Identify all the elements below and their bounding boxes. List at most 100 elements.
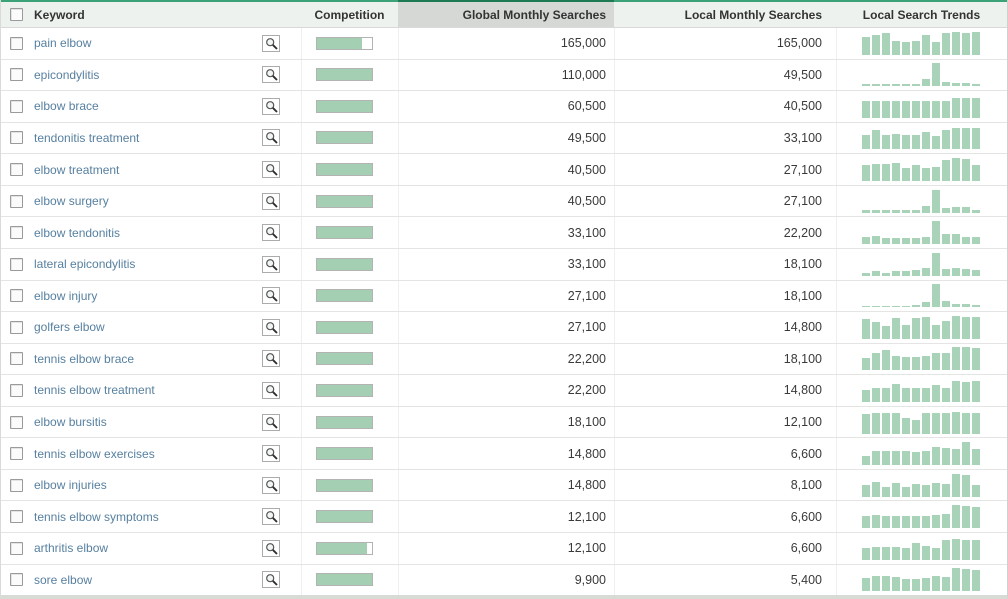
magnifier-icon [265, 289, 278, 302]
keyword-link[interactable]: tendonitis treatment [34, 131, 139, 145]
trend-bar [942, 269, 950, 276]
row-checkbox[interactable] [10, 100, 23, 113]
trend-bar [892, 451, 900, 465]
row-checkbox[interactable] [10, 447, 23, 460]
row-select-cell [1, 217, 31, 248]
search-keyword-button[interactable] [262, 540, 280, 557]
keyword-link[interactable]: tennis elbow treatment [34, 383, 155, 397]
keyword-link[interactable]: elbow injuries [34, 478, 107, 492]
row-checkbox[interactable] [10, 542, 23, 555]
header-keyword[interactable]: Keyword [31, 0, 301, 27]
keyword-link[interactable]: tennis elbow brace [34, 352, 134, 366]
search-keyword-button[interactable] [262, 350, 280, 367]
header-local-search-trends[interactable]: Local Search Trends [836, 0, 1007, 27]
row-checkbox[interactable] [10, 131, 23, 144]
header-local-monthly-searches[interactable]: Local Monthly Searches [614, 0, 836, 27]
row-checkbox[interactable] [10, 479, 23, 492]
row-select-cell [1, 91, 31, 122]
trend-bar [972, 305, 980, 307]
trend-bar [912, 420, 920, 434]
search-keyword-button[interactable] [262, 445, 280, 462]
local-search-trend-sparkline [862, 505, 982, 528]
row-checkbox[interactable] [10, 163, 23, 176]
keyword-link[interactable]: tennis elbow exercises [34, 447, 155, 461]
keyword-link[interactable]: arthritis elbow [34, 541, 108, 555]
search-keyword-button[interactable] [262, 35, 280, 52]
competition-bar [316, 195, 373, 208]
row-checkbox[interactable] [10, 321, 23, 334]
keyword-link[interactable]: elbow surgery [34, 194, 109, 208]
keyword-link[interactable]: elbow treatment [34, 163, 119, 177]
keyword-link[interactable]: pain elbow [34, 36, 91, 50]
keyword-link[interactable]: elbow bursitis [34, 415, 107, 429]
keyword-link[interactable]: golfers elbow [34, 320, 105, 334]
row-checkbox[interactable] [10, 352, 23, 365]
row-checkbox[interactable] [10, 510, 23, 523]
row-checkbox[interactable] [10, 416, 23, 429]
keyword-link[interactable]: lateral epicondylitis [34, 257, 135, 271]
trend-bar [962, 269, 970, 276]
competition-bar [316, 37, 373, 50]
trend-bar [912, 210, 920, 213]
keyword-link[interactable]: tennis elbow symptoms [34, 510, 159, 524]
keyword-cell: tennis elbow treatment [31, 375, 301, 406]
search-keyword-button[interactable] [262, 256, 280, 273]
trend-bar [892, 101, 900, 118]
row-checkbox[interactable] [10, 68, 23, 81]
search-keyword-button[interactable] [262, 224, 280, 241]
keyword-link[interactable]: sore elbow [34, 573, 92, 587]
search-keyword-button[interactable] [262, 508, 280, 525]
search-keyword-button[interactable] [262, 414, 280, 431]
trend-bar [892, 413, 900, 434]
search-keyword-button[interactable] [262, 382, 280, 399]
trend-bar [932, 413, 940, 434]
trend-bar [962, 413, 970, 434]
trend-bar [952, 83, 960, 86]
trend-bar [892, 134, 900, 149]
keyword-link[interactable]: elbow injury [34, 289, 97, 303]
table-row: lateral epicondylitis 33,100 18,100 [1, 249, 1007, 281]
search-keyword-button[interactable] [262, 98, 280, 115]
search-keyword-button[interactable] [262, 319, 280, 336]
search-keyword-button[interactable] [262, 66, 280, 83]
select-all-checkbox[interactable] [10, 8, 23, 21]
global-monthly-searches-value: 110,000 [398, 60, 614, 91]
search-keyword-button[interactable] [262, 477, 280, 494]
trend-cell [836, 60, 1007, 91]
trend-cell [836, 91, 1007, 122]
header-competition[interactable]: Competition [301, 0, 398, 27]
trend-bar [872, 482, 880, 497]
trend-bar [902, 135, 910, 149]
search-keyword-button[interactable] [262, 287, 280, 304]
keyword-link[interactable]: epicondylitis [34, 68, 99, 82]
header-global-monthly-searches[interactable]: Global Monthly Searches [398, 0, 614, 27]
trend-bar [882, 135, 890, 149]
row-checkbox[interactable] [10, 195, 23, 208]
keyword-link[interactable]: elbow tendonitis [34, 226, 120, 240]
row-checkbox[interactable] [10, 258, 23, 271]
trend-bar [862, 101, 870, 118]
trend-bar [972, 128, 980, 149]
row-select-cell [1, 249, 31, 280]
row-checkbox[interactable] [10, 289, 23, 302]
search-keyword-button[interactable] [262, 571, 280, 588]
global-monthly-searches-value: 12,100 [398, 533, 614, 564]
trend-bar [892, 384, 900, 402]
row-checkbox[interactable] [10, 37, 23, 50]
trend-bar [892, 210, 900, 213]
row-checkbox[interactable] [10, 226, 23, 239]
trend-bar [922, 206, 930, 213]
trend-bar [862, 135, 870, 149]
search-keyword-button[interactable] [262, 193, 280, 210]
competition-bar-fill [317, 101, 372, 112]
search-keyword-button[interactable] [262, 129, 280, 146]
trend-bar [942, 130, 950, 149]
search-keyword-button[interactable] [262, 161, 280, 178]
keyword-link[interactable]: elbow brace [34, 99, 99, 113]
trend-bar [892, 271, 900, 276]
row-checkbox[interactable] [10, 573, 23, 586]
trend-bar [882, 487, 890, 497]
trend-bar [902, 271, 910, 276]
trend-cell [836, 533, 1007, 564]
row-checkbox[interactable] [10, 384, 23, 397]
